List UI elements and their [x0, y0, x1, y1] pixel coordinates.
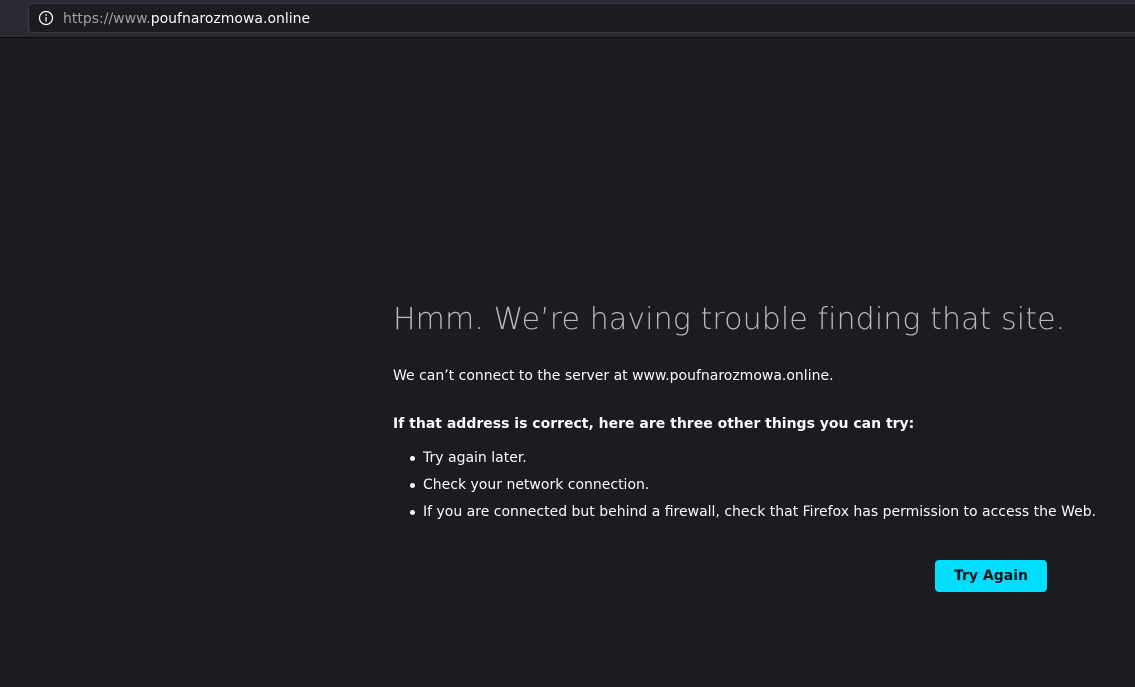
- info-icon[interactable]: [38, 10, 54, 26]
- browser-toolbar: https://www.poufnarozmowa.online: [0, 0, 1135, 38]
- suggestion-item: Try again later.: [393, 445, 1073, 472]
- suggestion-text: If you are connected but behind a firewa…: [423, 504, 1097, 520]
- suggestion-item: If you are connected but behind a firewa…: [393, 499, 1096, 526]
- suggestions-list: Try again later. Check your network conn…: [393, 445, 1096, 526]
- url-scheme: https://www.: [63, 11, 151, 27]
- bullet-icon: [410, 456, 415, 461]
- error-page-content: Hmm. We’re having trouble finding that s…: [393, 300, 1096, 526]
- error-description: We can’t connect to the server at www.po…: [393, 368, 834, 384]
- url-bar[interactable]: https://www.poufnarozmowa.online: [28, 3, 1135, 33]
- bullet-icon: [410, 510, 415, 515]
- suggestion-item: Check your network connection.: [393, 472, 1073, 499]
- suggestion-text: Check your network connection.: [423, 477, 650, 493]
- suggestion-text: Try again later.: [423, 450, 527, 466]
- bullet-icon: [410, 483, 415, 488]
- try-again-button[interactable]: Try Again: [935, 560, 1047, 592]
- url-host: poufnarozmowa.online: [150, 11, 311, 27]
- url-text[interactable]: https://www.poufnarozmowa.online: [63, 10, 310, 28]
- suggestions-heading: If that address is correct, here are thr…: [393, 416, 915, 432]
- error-title: Hmm. We’re having trouble finding that s…: [393, 302, 1066, 337]
